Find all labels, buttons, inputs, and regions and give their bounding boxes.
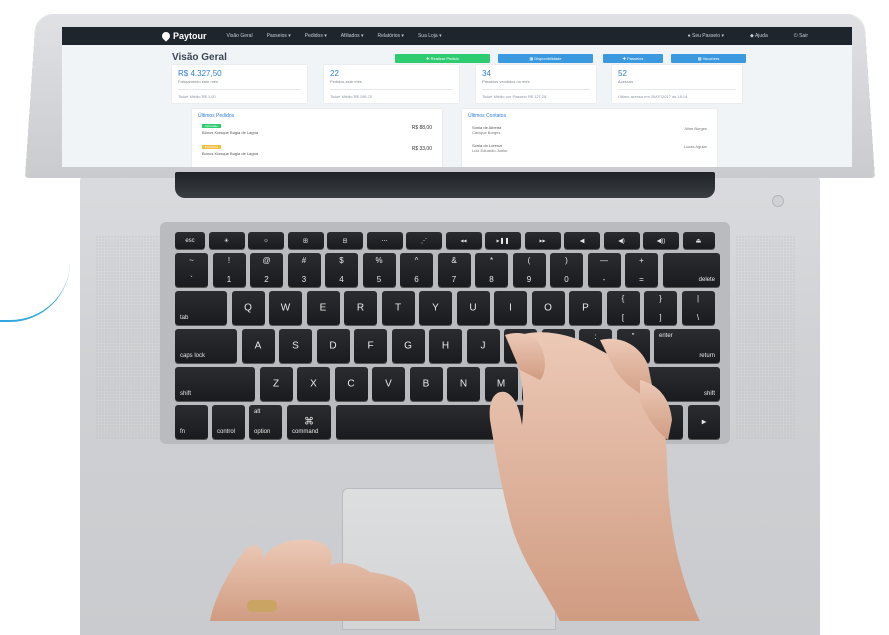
left-hand [210, 539, 420, 621]
hands [210, 332, 700, 621]
left-hand-fingers [210, 539, 420, 621]
ring [247, 600, 277, 612]
right-hand-palm [489, 332, 700, 621]
laptop-photo: esc ☀ ☼ ⊞ ⊟ ⋯ ⋰ ◂◂ ▸❚❚ ▸▸ ◀ ◀) ◀)) ⏏ ~ `! 1 @2 #3 $4% 5 ^ 6 & 7 *… [0, 0, 889, 635]
right-hand [489, 332, 700, 621]
